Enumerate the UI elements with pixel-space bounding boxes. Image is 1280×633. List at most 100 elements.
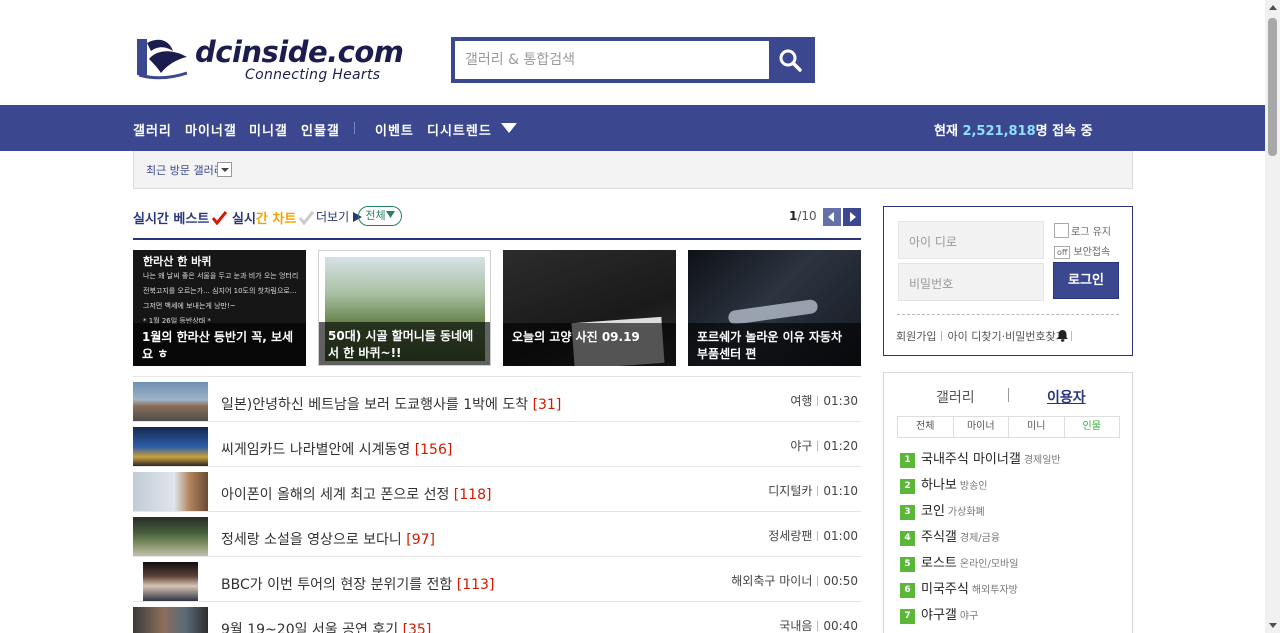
logo-tagline: Connecting Hearts [245,67,381,83]
next-page-button[interactable] [843,208,861,226]
scroll-up-arrow-icon[interactable] [1269,5,1277,10]
rank-name: 야구갤 [921,608,957,623]
article-thumbnail [133,472,208,512]
list-item[interactable]: BBC가 이번 투어의 현장 분위기를 전함 [113] 해외축구 마이너 00:… [133,556,861,602]
secure-login-label: 보안접속 [1073,247,1111,258]
list-item[interactable]: 아이폰이 올해의 세계 최고 폰으로 선정 [118] 디지털카 01:10 [133,466,861,512]
ranking-subtab-mini[interactable]: 미니 [1009,417,1065,437]
rank-number: 4 [900,531,915,546]
article-meta: 디지털카 01:10 [768,482,858,499]
rank-name: 코인 [921,504,945,519]
tab-more[interactable]: 더보기 [316,208,362,225]
article-title[interactable]: 9월 19~20일 서울 공연 후기 [35] [221,619,431,633]
login-button[interactable]: 로그인 [1053,262,1119,299]
nav-item-minor-gallery[interactable]: 마이너갤 [185,120,237,139]
tab-realtime-best[interactable]: 실시간 베스트 [133,208,228,227]
nav-item-dctrend[interactable]: 디시트렌드 [427,120,492,139]
comment-count: [118] [453,487,492,503]
scroll-down-arrow-icon[interactable] [1269,623,1277,628]
search-button[interactable] [769,41,811,79]
recent-gallery-label[interactable]: 최근 방문 갤러리 [146,162,224,178]
nav-more-caret-icon[interactable] [501,123,517,133]
article-title-text: 정세랑 소설을 영상으로 보다니 [221,532,402,548]
ranking-subtab-minor[interactable]: 마이너 [954,417,1009,437]
scrollbar-thumb[interactable] [1268,18,1277,156]
article-gallery[interactable]: 국내음 [779,619,812,633]
article-gallery[interactable]: 디지털카 [768,484,812,498]
article-gallery[interactable]: 해외축구 마이너 [731,574,812,588]
keep-login-checkbox[interactable]: 로그 유지 [1054,223,1111,238]
checkbox-icon [1054,223,1069,238]
featured-card-4[interactable]: 포르쉐가 놀라운 이유 자동차부품센터 편 [688,250,861,366]
article-thumbnail [133,517,208,557]
featured-caption: 1월의 한라산 등반기 꼭, 보세요 ㅎ [133,323,306,366]
tab-realtime-chart[interactable]: 실시간 차트 [232,208,315,227]
article-time: 00:50 [823,574,858,588]
users-prefix: 현재 [934,124,958,139]
article-list: 일본)안녕하신 베트남을 보러 도쿄행사를 1박에 도착 [31] 여행 01:3… [133,376,861,633]
article-title[interactable]: 씨게임카드 나라별안에 시계동영 [156] [221,439,452,459]
ranking-tab-user[interactable]: 이용자 [1047,387,1086,407]
ranking-subtab-person[interactable]: 인물 [1065,417,1120,437]
nav-item-mini-gallery[interactable]: 미니갤 [249,120,288,139]
ranking-item[interactable]: 6 미국주식 해외투자방 [900,578,1018,598]
filter-pill[interactable]: 전체 [358,206,402,226]
article-thumbnail [133,382,208,422]
rank-number: 2 [900,479,915,494]
featured-card-1[interactable]: 한라산 한 바퀴 나는 왜 날씨 좋은 서울을 두고 눈과 비가 오는 엉터리 … [133,250,306,366]
nav-item-event[interactable]: 이벤트 [375,120,414,139]
comment-count: [156] [414,442,453,458]
article-title-text: 일본)안녕하신 베트남을 보러 도쿄행사를 1박에 도착 [221,397,529,413]
search-input[interactable] [455,41,771,79]
article-thumbnail [133,427,208,467]
article-title-text: 씨게임카드 나라별안에 시계동영 [221,442,411,458]
ranking-item[interactable]: 3 코인 가상화폐 [900,500,985,520]
main-nav: 갤러리 마이너갤 미니갤 인물갤 이벤트 디시트렌드 현재 2,521,818명… [0,105,1265,151]
featured-card-3[interactable]: 오늘의 고양 사진 09.19 [503,250,676,366]
article-gallery[interactable]: 정세랑팬 [768,529,812,543]
ranking-subtab-all[interactable]: 전체 [898,417,954,437]
comment-count: [97] [406,532,435,548]
list-item[interactable]: 9월 19~20일 서울 공연 후기 [35] 국내음 00:40 [133,601,861,633]
article-title[interactable]: 아이폰이 올해의 세계 최고 폰으로 선정 [118] [221,484,491,504]
login-links: 회원가입 아이 디찾기·비밀번호찾기 [896,328,1077,344]
ranking-tab-gallery[interactable]: 갤러리 [936,387,975,407]
secure-login-toggle[interactable]: off 보안접속 [1054,243,1110,259]
list-item[interactable]: 씨게임카드 나라별안에 시계동영 [156] 야구 01:20 [133,421,861,467]
article-title-text: BBC가 이번 투어의 현장 분위기를 전함 [221,577,453,593]
article-title[interactable]: 일본)안녕하신 베트남을 보러 도쿄행사를 1박에 도착 [31] [221,394,561,414]
filter-pill-label: 전체 [365,209,386,222]
dcinside-logo[interactable]: dcinside.com Connecting Hearts [133,33,423,85]
article-title[interactable]: BBC가 이번 투어의 현장 분위기를 전함 [113] [221,574,494,594]
recent-gallery-dropdown-icon[interactable] [217,162,232,177]
rank-name: 로스트 [921,556,957,571]
article-time: 01:20 [823,439,858,453]
ranking-item[interactable]: 2 하나보 방송인 [900,474,988,494]
find-account-link[interactable]: 아이 디찾기·비밀번호찾기 [947,330,1065,343]
article-gallery[interactable]: 야구 [790,439,812,453]
tab-more-label: 더보기 [316,210,350,224]
nav-item-person-gallery[interactable]: 인물갤 [301,120,340,139]
ranking-subtabs: 전체 마이너 미니 인물 [897,416,1120,438]
article-title-text: 아이폰이 올해의 세계 최고 폰으로 선정 [221,487,450,503]
article-title[interactable]: 정세랑 소설을 영상으로 보다니 [97] [221,529,435,549]
page-scrollbar[interactable] [1265,0,1280,633]
ranking-item[interactable]: 4 주식갤 경제/금융 [900,526,1000,546]
featured-card-2[interactable]: 50대) 시골 할머니들 동네에서 한 바퀴~!! [318,250,491,366]
login-id-field[interactable]: 아이 디로 [898,221,1044,259]
ranking-item[interactable]: 7 야구갤 야구 [900,604,978,624]
list-item[interactable]: 일본)안녕하신 베트남을 보러 도쿄행사를 1박에 도착 [31] 여행 01:3… [133,376,861,422]
article-title-text: 9월 19~20일 서울 공연 후기 [221,622,399,633]
rank-name: 주식갤 [921,530,957,545]
nav-divider [354,122,355,134]
article-time: 01:30 [823,394,858,408]
ranking-item[interactable]: 1 국내주식 마이너갤 경제일반 [900,448,1061,468]
list-item[interactable]: 정세랑 소설을 영상으로 보다니 [97] 정세랑팬 01:00 [133,511,861,557]
ranking-item[interactable]: 5 로스트 온라인/모바일 [900,552,1018,572]
article-gallery[interactable]: 여행 [790,394,812,408]
bell-icon[interactable] [1056,329,1069,342]
login-password-field[interactable]: 비밀번호 [898,263,1044,301]
prev-page-button[interactable] [823,208,841,226]
signup-link[interactable]: 회원가입 [896,330,936,343]
nav-item-gallery[interactable]: 갤러리 [133,120,172,139]
